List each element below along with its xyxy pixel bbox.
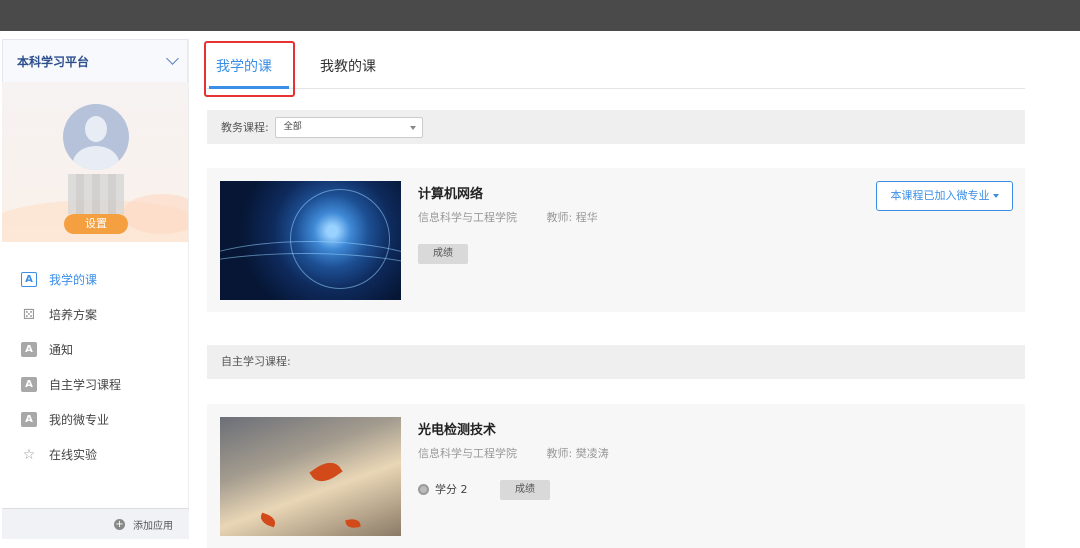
course-title[interactable]: 光电检测技术 <box>418 419 496 438</box>
highlight-annotation-box <box>204 41 295 97</box>
credit-value: 学分 2 <box>435 483 468 496</box>
course-teacher: 教师: 樊凌涛 <box>546 447 609 460</box>
sidebar-item-online-lab[interactable]: ☆ 在线实验 <box>2 437 188 472</box>
notice-icon: A <box>21 342 37 357</box>
avatar-body <box>73 146 119 170</box>
top-bar <box>0 0 1080 31</box>
sidebar-item-label: 我学的课 <box>49 273 98 287</box>
leaf-shape <box>345 517 361 530</box>
platform-name: 本科学习平台 <box>17 54 90 69</box>
sidebar-item-label: 在线实验 <box>49 448 98 462</box>
credit-icon <box>418 483 429 495</box>
avatar[interactable] <box>63 104 129 170</box>
filter-bar: 教务课程: 全部 <box>207 110 1025 144</box>
course-college: 信息科学与工程学院 <box>418 211 517 224</box>
course-card[interactable]: 光电检测技术 信息科学与工程学院 教师: 樊凌涛 学分 2 成绩 <box>207 404 1025 548</box>
sidebar-item-label: 我的微专业 <box>49 413 110 427</box>
tab-my-teaching[interactable]: 我教的课 <box>320 56 376 76</box>
plus-circle-icon: + <box>114 518 125 530</box>
course-teacher: 教师: 程华 <box>546 211 598 224</box>
filter-label: 教务课程: <box>221 121 269 134</box>
settings-button[interactable]: 设置 <box>64 214 128 234</box>
grade-button[interactable]: 成绩 <box>418 244 468 264</box>
micro-major-icon: A <box>21 412 37 427</box>
credit-info: 学分 2 <box>418 481 468 497</box>
course-title[interactable]: 计算机网络 <box>418 183 483 202</box>
avatar-head <box>85 116 107 142</box>
join-label: 本课程已加入微专业 <box>890 189 990 202</box>
sidebar-item-label: 自主学习课程 <box>49 378 122 392</box>
sidebar-item-self-study[interactable]: A 自主学习课程 <box>2 367 188 402</box>
add-app-label: 添加应用 <box>133 520 173 532</box>
star-icon: ☆ <box>22 446 36 463</box>
sidebar-item-label: 通知 <box>49 343 74 357</box>
self-study-icon: A <box>21 377 37 392</box>
chevron-down-icon[interactable] <box>166 52 179 65</box>
course-meta: 信息科学与工程学院 教师: 樊凌涛 <box>418 445 609 461</box>
sidebar-item-label: 培养方案 <box>49 308 98 322</box>
sidebar-item-micro-major[interactable]: A 我的微专业 <box>2 402 188 437</box>
sidebar-nav: A 我学的课 ⚄ 培养方案 A 通知 A 自主学习课程 A 我的微专业 ☆ 在线… <box>2 262 188 472</box>
course-tabs: 我学的课 我教的课 <box>207 44 1025 89</box>
self-study-section-header: 自主学习课程: <box>207 345 1025 379</box>
course-meta: 信息科学与工程学院 教师: 程华 <box>418 209 598 225</box>
sidebar-item-notice[interactable]: A 通知 <box>2 332 188 367</box>
orbit-ring <box>220 253 401 300</box>
platform-selector[interactable]: 本科学习平台 <box>2 39 188 82</box>
sidebar: 本科学习平台 设置 A 我学的课 ⚄ 培养方案 A 通知 A 自主学习课程 A <box>2 39 189 539</box>
blurred-username <box>68 174 124 214</box>
select-value: 全部 <box>283 121 302 132</box>
profile-panel: 设置 <box>2 82 188 242</box>
sidebar-item-my-courses[interactable]: A 我学的课 <box>2 262 188 297</box>
add-app-button[interactable]: + 添加应用 <box>2 508 189 539</box>
course-icon: A <box>21 272 37 287</box>
autumn-leaf-image[interactable] <box>220 417 401 536</box>
grade-button[interactable]: 成绩 <box>500 480 550 500</box>
micro-major-dropdown-button[interactable]: 本课程已加入微专业 <box>876 181 1013 211</box>
sidebar-item-training-plan[interactable]: ⚄ 培养方案 <box>2 297 188 332</box>
caret-down-icon <box>409 125 416 130</box>
leaf-shape <box>309 456 343 488</box>
course-card[interactable]: 计算机网络 信息科学与工程学院 教师: 程华 成绩 本课程已加入微专业 <box>207 168 1025 312</box>
caret-down-icon <box>992 194 999 198</box>
leaf-shape <box>258 512 278 528</box>
binoculars-icon: ⚄ <box>22 306 36 323</box>
course-type-select[interactable]: 全部 <box>274 116 423 138</box>
course-college: 信息科学与工程学院 <box>418 447 517 460</box>
globe-network-image[interactable] <box>220 181 401 300</box>
